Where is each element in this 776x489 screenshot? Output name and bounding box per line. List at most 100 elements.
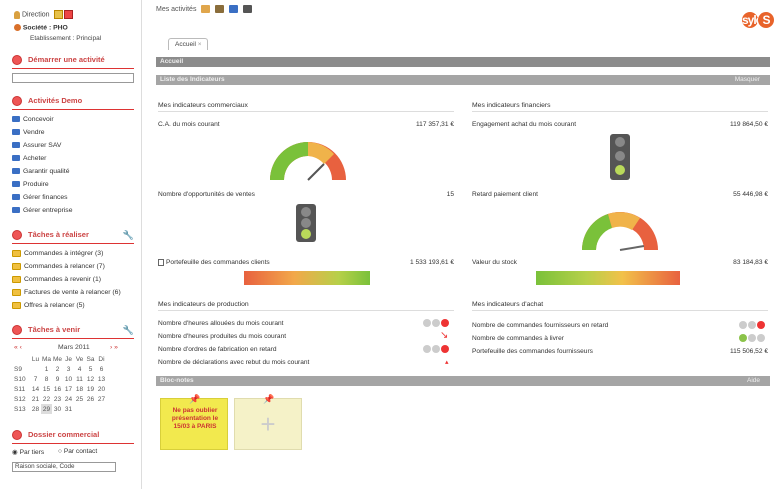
portefeuille-bar [244,271,370,285]
day[interactable]: 23 [52,394,63,404]
portefeuille-clients-label: Portefeuille des commandes clients [158,258,270,268]
logo-mark: S [758,11,774,28]
day[interactable]: 19 [85,384,96,394]
tab-accueil[interactable]: Accueil × [168,38,208,50]
day[interactable]: 6 [96,364,107,374]
calendar-next[interactable]: › » [110,344,118,351]
day[interactable]: 20 [96,384,107,394]
activite-item-produire[interactable]: Produire [0,178,142,191]
folder-blue-icon [12,142,20,149]
section-bullet-icon [12,325,22,335]
day[interactable]: 21 [30,394,41,404]
day[interactable]: 3 [63,364,74,374]
folder-blue-icon [12,155,20,162]
tab-close-icon[interactable]: × [198,41,202,48]
aide-button[interactable]: Aide [747,376,760,386]
calendar-prev[interactable]: « ‹ [14,344,22,351]
retard-value: 55 446,98 € [733,191,768,198]
day[interactable]: 11 [74,374,85,384]
led-off [432,319,440,327]
week-number: S11 [14,385,26,393]
day[interactable]: 1 [41,364,52,374]
day[interactable]: 30 [52,404,63,414]
led-off [748,321,756,329]
truck-icon[interactable] [229,5,239,14]
activite-item-sav[interactable]: Assurer SAV [0,139,142,152]
dossier-search-input[interactable]: Raison sociale, Code [12,462,116,472]
masquer-button[interactable]: Masquer [735,75,760,85]
day[interactable]: 8 [41,374,52,384]
day[interactable]: 15 [41,384,52,394]
wrench-icon[interactable]: 🔧 [123,228,134,242]
production-row: Nombre d'heures allouées du mois courant [158,320,284,327]
day[interactable]: 16 [52,384,63,394]
day[interactable]: 26 [85,394,96,404]
direction-label[interactable]: Direction [22,11,50,18]
light-green [615,165,625,175]
activite-item-acheter[interactable]: Acheter [0,152,142,165]
activite-item-entreprise[interactable]: Gérer entreprise [0,204,142,217]
add-postit-button[interactable]: 📌 + [234,394,302,450]
activite-item-concevoir[interactable]: Concevoir [0,113,142,126]
home-icon[interactable] [201,5,211,14]
day[interactable]: 10 [63,374,74,384]
traffic-light-icon [610,134,630,180]
folder-icon [12,249,21,257]
close-icon[interactable] [64,10,74,19]
day[interactable]: 5 [85,364,96,374]
day[interactable]: 9 [52,374,63,384]
day[interactable]: 31 [63,404,74,414]
day[interactable]: 29 [41,404,52,414]
financier-title: Mes indicateurs financiers [472,100,768,112]
activite-item-finances[interactable]: Gérer finances [0,191,142,204]
day[interactable] [96,404,107,414]
ca-label: C.A. du mois courant [158,121,220,128]
tools-icon[interactable] [215,5,225,14]
factory-icon[interactable] [243,5,253,14]
day[interactable]: 25 [74,394,85,404]
day[interactable]: 27 [96,394,107,404]
radio-contact[interactable]: ○ Par contact [58,448,97,455]
radio-tiers[interactable]: ◉ Par tiers [12,448,44,456]
day[interactable]: 7 [30,374,41,384]
folder-blue-icon [12,168,20,175]
tache-item[interactable]: Commandes à revenir (1) [0,273,142,286]
folder-blue-icon [12,116,20,123]
day[interactable]: 17 [63,384,74,394]
postit-note[interactable]: 📌 Ne pas oublier présentation le 15/03 à… [160,394,228,450]
day[interactable]: 12 [85,374,96,384]
day[interactable]: 24 [63,394,74,404]
stock-bar [536,271,680,285]
day[interactable]: 13 [96,374,107,384]
tache-item[interactable]: Offres à relancer (5) [0,299,142,312]
retard-gauge [582,212,658,251]
day[interactable]: 28 [30,404,41,414]
day[interactable] [30,364,41,374]
section-bullet-icon [12,230,22,240]
portefeuille-clients-value: 1 533 193,61 € [410,259,454,266]
section-bullet-icon [12,96,22,106]
tache-item[interactable]: Commandes à intégrer (3) [0,247,142,260]
day[interactable]: 2 [52,364,63,374]
direction-row: Direction [14,10,74,19]
wrench-icon[interactable]: 🔧 [123,323,134,337]
activite-item-vendre[interactable]: Vendre [0,126,142,139]
trend-down-icon: ↘ [440,330,449,341]
day[interactable]: 18 [74,384,85,394]
production-row: Nombre d'ordres de fabrication en retard [158,346,277,353]
led-off [432,345,440,353]
day[interactable]: 22 [41,394,52,404]
folder-blue-icon [12,181,20,188]
day[interactable] [74,404,85,414]
achat-row: Nombre de commandes fournisseurs en reta… [472,322,609,329]
day[interactable]: 14 [30,384,41,394]
day[interactable] [85,404,96,414]
activite-item-qualite[interactable]: Garantir qualité [0,165,142,178]
day[interactable]: 4 [74,364,85,374]
demarrer-input[interactable] [12,73,134,83]
tache-item[interactable]: Commandes à relancer (7) [0,260,142,273]
edit-icon[interactable] [53,10,63,19]
tache-item[interactable]: Factures de vente à relancer (6) [0,286,142,299]
accueil-bar: Accueil [156,57,770,67]
ca-value: 117 357,31 € [415,121,454,128]
